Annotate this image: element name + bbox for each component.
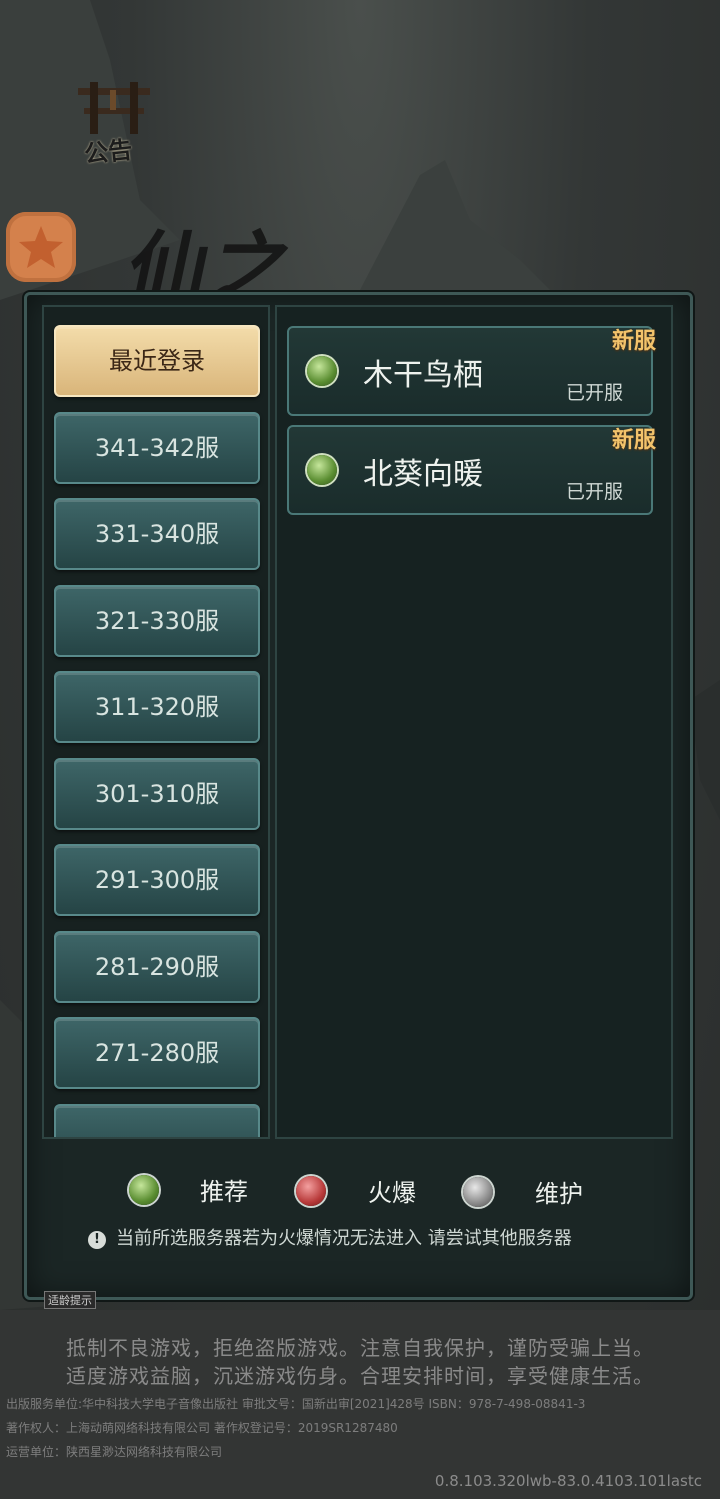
server-status: 已开服 (565, 382, 623, 404)
health-notice-line-1: 抵制不良游戏，拒绝盗版游戏。注意自我保护，谨防受骗上当。 (66, 1336, 654, 1360)
server-group-331-340[interactable]: 331-340服 (54, 498, 260, 570)
legend-maintenance-label: 维护 (535, 1180, 583, 1208)
star-icon (19, 226, 63, 268)
server-status: 已开服 (565, 481, 623, 503)
new-server-tag: 新服 (612, 427, 657, 453)
server-group-281-290[interactable]: 281-290服 (54, 931, 260, 1003)
server-group-301-310[interactable]: 301-310服 (54, 758, 260, 830)
legend-recommended-label: 推荐 (200, 1178, 248, 1206)
server-group-311-320[interactable]: 311-320服 (54, 671, 260, 743)
server-group-341-342[interactable]: 341-342服 (54, 412, 260, 484)
legend-maintenance-icon (463, 1177, 493, 1207)
server-card[interactable]: 北葵向暖 已开服 (287, 425, 653, 515)
server-name: 北葵向暖 (363, 457, 483, 492)
status-dot-recommended (307, 455, 337, 485)
health-notice-line-2: 适度游戏益脑，沉迷游戏伤身。合理安排时间，享受健康生活。 (66, 1364, 654, 1388)
server-group-recent[interactable]: 最近登录 (54, 325, 260, 397)
publisher-info: 出版服务单位:华中科技大学电子音像出版社 审批文号：国新出审[2021]428号… (6, 1397, 586, 1411)
server-group-291-300[interactable]: 291-300服 (54, 844, 260, 916)
new-server-tag: 新服 (612, 328, 657, 354)
legend-hot-icon (296, 1176, 326, 1206)
copyright-info: 著作权人：上海动萌网络科技有限公司 著作权登记号：2019SR1287480 (6, 1421, 398, 1435)
info-icon: ! (88, 1231, 106, 1249)
status-dot-recommended (307, 356, 337, 386)
server-group-partial[interactable] (54, 1104, 260, 1137)
server-group-list[interactable]: 最近登录 341-342服 331-340服 321-330服 311-320服… (42, 305, 270, 1139)
age-rating-badge[interactable]: 适龄提示 (44, 1291, 96, 1309)
notice-label: 公告 (82, 134, 134, 169)
tip-text: 当前所选服务器若为火爆情况无法进入 请尝试其他服务器 (116, 1228, 572, 1249)
version-label: 0.8.103.320lwb-83.0.4103.101lastc (434, 1472, 702, 1490)
legend-hot-label: 火爆 (368, 1179, 416, 1207)
server-name: 木干鸟栖 (363, 358, 483, 393)
server-card[interactable]: 木干鸟栖 已开服 (287, 326, 653, 416)
server-tip: ! 当前所选服务器若为火爆情况无法进入 请尝试其他服务器 (88, 1224, 572, 1250)
favorite-button[interactable] (6, 212, 76, 282)
legend-recommended-icon (129, 1175, 159, 1205)
server-group-321-330[interactable]: 321-330服 (54, 585, 260, 657)
server-group-271-280[interactable]: 271-280服 (54, 1017, 260, 1089)
operator-info: 运营单位：陕西星渺达网络科技有限公司 (6, 1445, 223, 1459)
